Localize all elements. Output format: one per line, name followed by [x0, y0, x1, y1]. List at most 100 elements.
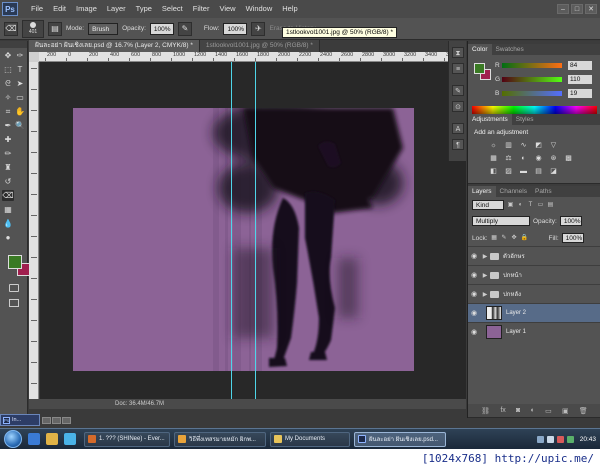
layer-opacity-field[interactable]: 100% — [559, 216, 582, 226]
menu-edit[interactable]: Edit — [48, 0, 71, 18]
menu-type[interactable]: Type — [131, 0, 157, 18]
tab-jpg-document[interactable]: 1stlookvol1001.jpg @ 50% (RGB/8) * — [199, 40, 320, 52]
layer-1[interactable]: ◉ Layer 1 — [468, 322, 600, 341]
brush-tool-icon[interactable]: ✏ — [2, 148, 14, 159]
toolbox-header[interactable] — [0, 41, 27, 48]
tab-color[interactable]: Color — [468, 44, 492, 55]
posterize-icon[interactable]: ▨ — [503, 167, 514, 177]
screen-mode-icon[interactable] — [9, 299, 19, 307]
slider-b[interactable]: B 19 — [495, 88, 592, 98]
slider-g[interactable]: G 110 — [495, 74, 592, 84]
filter-pixel-icon[interactable]: ▣ — [507, 202, 514, 209]
tray-network-icon[interactable] — [536, 435, 544, 443]
tab-styles[interactable]: Styles — [512, 114, 538, 125]
new-adjustment-icon[interactable]: ◐ — [531, 407, 535, 414]
gradient-map-icon[interactable]: ▤ — [533, 167, 544, 177]
filter-shape-icon[interactable]: ▭ — [537, 202, 544, 209]
layer-group-text[interactable]: ◉ ▶ ตัวอักษร — [468, 246, 600, 265]
vibrance-icon[interactable]: ▽ — [548, 141, 559, 151]
taskbar-item-photoshop[interactable]: ฝันละอย่า ฝันเชิงเลย.psd... — [354, 431, 446, 447]
filter-adjustment-icon[interactable]: ◐ — [517, 202, 524, 209]
new-group-icon[interactable]: ▭ — [545, 407, 552, 415]
selective-color-icon[interactable]: ◪ — [548, 167, 559, 177]
blur-tool-icon[interactable]: 💧 — [2, 218, 14, 229]
vertical-ruler[interactable] — [29, 62, 39, 399]
curves-icon[interactable]: ∿ — [518, 141, 529, 151]
ruler-origin[interactable] — [29, 52, 39, 62]
healing-brush-tool-icon[interactable]: ✚ — [2, 134, 14, 145]
menu-view[interactable]: View — [214, 0, 240, 18]
menu-image[interactable]: Image — [71, 0, 102, 18]
taskbar-clock[interactable]: 20:43 — [580, 436, 596, 443]
pen-tool-icon[interactable]: ✑ — [14, 50, 26, 61]
character-panel-icon[interactable]: A — [452, 123, 464, 134]
gradient-tool-icon[interactable]: ▦ — [2, 204, 14, 215]
close-button[interactable]: ✕ — [585, 4, 597, 14]
properties-panel-icon[interactable]: ≡ — [452, 63, 464, 74]
crop-tool-icon[interactable]: ⌗ — [2, 106, 14, 117]
start-button[interactable] — [4, 430, 22, 448]
menu-layer[interactable]: Layer — [102, 0, 131, 18]
new-layer-icon[interactable]: ▣ — [562, 407, 569, 415]
channel-b-track[interactable] — [502, 90, 562, 96]
black-white-icon[interactable]: ◐ — [518, 154, 529, 164]
restore-icon[interactable] — [42, 417, 51, 424]
expand-arrow-icon[interactable]: ▶ — [480, 253, 490, 260]
layer-group-back-cover[interactable]: ◉ ▶ ปกหลัง — [468, 284, 600, 303]
menu-filter[interactable]: Filter — [188, 0, 215, 18]
tray-app-icon[interactable] — [556, 435, 564, 443]
levels-icon[interactable]: ▥ — [503, 141, 514, 151]
hand-tool-icon[interactable]: ✋ — [14, 106, 26, 117]
move-tool-icon[interactable]: ✥ — [2, 50, 14, 61]
hue-saturation-icon[interactable]: ▦ — [488, 154, 499, 164]
foreground-color-swatch[interactable] — [8, 255, 22, 269]
history-brush-tool-icon[interactable]: ↺ — [2, 176, 14, 187]
channel-r-value[interactable]: 84 — [568, 60, 592, 70]
vertical-guide-1[interactable] — [231, 62, 232, 399]
maximize-icon[interactable] — [52, 417, 61, 424]
slider-r[interactable]: R 84 — [495, 60, 592, 70]
lock-all-icon[interactable]: 🔒 — [521, 235, 528, 242]
visibility-eye-icon[interactable]: ◉ — [468, 252, 480, 260]
layer-2[interactable]: ◉ Layer 2 — [468, 303, 600, 322]
visibility-eye-icon[interactable]: ◉ — [468, 290, 480, 298]
clone-stamp-tool-icon[interactable]: ♜ — [2, 162, 14, 173]
tab-paths[interactable]: Paths — [531, 186, 556, 197]
menu-help[interactable]: Help — [277, 0, 302, 18]
brush-panel-icon[interactable]: ✎ — [452, 85, 464, 96]
vertical-guide-2[interactable] — [255, 62, 256, 399]
delete-layer-icon[interactable]: 🗑 — [579, 407, 588, 415]
document-canvas[interactable] — [73, 108, 414, 371]
menu-window[interactable]: Window — [241, 0, 278, 18]
photo-filter-icon[interactable]: ◉ — [533, 154, 544, 164]
tab-swatches[interactable]: Swatches — [492, 44, 528, 55]
paragraph-panel-icon[interactable]: ¶ — [452, 139, 464, 150]
menu-file[interactable]: File — [26, 0, 48, 18]
color-lookup-icon[interactable]: ▩ — [563, 154, 574, 164]
type-tool-icon[interactable]: T — [14, 64, 26, 75]
minimized-document[interactable]: Ps In... — [0, 414, 40, 426]
close-icon[interactable] — [62, 417, 71, 424]
blend-mode-select[interactable]: Multiply — [472, 216, 530, 226]
tab-channels[interactable]: Channels — [496, 186, 531, 197]
tab-adjustments[interactable]: Adjustments — [468, 114, 512, 125]
twitter-quicklaunch-icon[interactable] — [64, 433, 76, 445]
ie-quicklaunch-icon[interactable] — [28, 433, 40, 445]
lasso-tool-icon[interactable]: ᘓ — [2, 78, 14, 89]
channel-b-value[interactable]: 19 — [568, 88, 592, 98]
add-mask-icon[interactable]: ◙ — [516, 407, 520, 414]
exposure-icon[interactable]: ◩ — [533, 141, 544, 151]
tray-language-icon[interactable] — [566, 435, 574, 443]
brush-panel-icon[interactable]: ▤ — [48, 21, 62, 36]
visibility-eye-icon[interactable]: ◉ — [468, 328, 480, 336]
taskbar-item-music[interactable]: 1. ??? (SHINee) - Ever... — [84, 431, 170, 447]
channel-r-track[interactable] — [502, 62, 562, 68]
expand-arrow-icon[interactable]: ▶ — [480, 291, 490, 298]
tab-psd-document[interactable]: ฝันละอย่า ฝันเชิงเลย.psd @ 16.7% (Layer … — [29, 40, 200, 52]
horizontal-ruler[interactable]: 200 0 200 400 600 800 1000 1200 1400 1600 1800 2000… — [39, 52, 466, 62]
taskbar-item-documents[interactable]: My Documents — [270, 431, 350, 447]
zoom-tool-icon[interactable]: 🔍 — [14, 120, 26, 131]
layer-group-front-cover[interactable]: ◉ ▶ ปกหน้า — [468, 265, 600, 284]
layer-style-icon[interactable]: fx — [500, 407, 505, 414]
filter-type-icon[interactable]: T — [527, 202, 534, 209]
